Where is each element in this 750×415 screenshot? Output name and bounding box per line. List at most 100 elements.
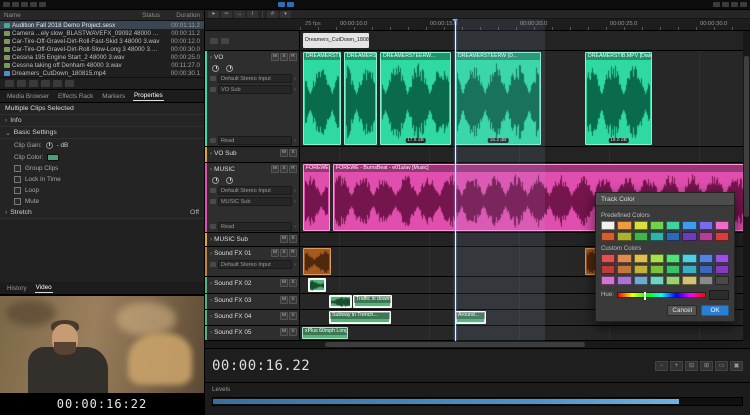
insert-icon[interactable]	[53, 80, 62, 87]
color-swatch[interactable]	[715, 221, 729, 230]
snapping-toggle-icon[interactable]: #	[267, 11, 278, 18]
search-icon[interactable]	[722, 2, 729, 7]
track-header-sound-fx-02[interactable]: ›Sound FX 02MS	[205, 277, 300, 293]
color-swatch[interactable]	[666, 232, 680, 241]
color-swatch[interactable]	[634, 221, 648, 230]
track-collapse-icon[interactable]: ›	[210, 166, 212, 173]
track-header-music[interactable]: ›MUSICMSRDefault Stereo Input›MUSIC Sub›…	[205, 163, 300, 232]
track-mute-button[interactable]: M	[280, 149, 288, 157]
audio-clip[interactable]: DREAMERSTEERW	[303, 52, 341, 145]
color-swatch[interactable]	[666, 265, 680, 274]
track-arm-button[interactable]: R	[289, 249, 297, 257]
zoom-to-selection-icon[interactable]: ▭	[715, 361, 728, 371]
track-mute-button[interactable]: M	[271, 249, 279, 257]
new-file-icon[interactable]	[17, 80, 26, 87]
column-duration[interactable]: Duration	[160, 12, 200, 19]
track-solo-button[interactable]: S	[289, 328, 297, 336]
track-mute-button[interactable]: M	[280, 312, 288, 320]
color-swatch[interactable]	[699, 265, 713, 274]
color-swatch[interactable]	[682, 232, 696, 241]
track-solo-button[interactable]: S	[289, 149, 297, 157]
batch-process-icon[interactable]	[30, 2, 37, 7]
audio-clip[interactable]: Subway in Trench...	[329, 311, 391, 324]
color-swatch[interactable]	[682, 276, 696, 285]
color-swatch[interactable]	[601, 221, 615, 230]
clip-color-swatch[interactable]	[47, 154, 59, 161]
track-mute-button[interactable]: M	[271, 165, 279, 173]
eye-icon[interactable]	[221, 38, 229, 44]
file-row[interactable]: Cessna 195 Engine Start_2 48000 3.wav00:…	[0, 53, 204, 61]
track-collapse-icon[interactable]: ›	[210, 313, 212, 320]
cancel-button[interactable]: Cancel	[667, 305, 697, 316]
tab-video[interactable]: Video	[35, 283, 53, 293]
file-row[interactable]: Cessna taking off Denham 48000 3.wav00:1…	[0, 61, 204, 69]
track-mute-button[interactable]: M	[280, 235, 288, 243]
video-track-header[interactable]	[205, 31, 300, 50]
audio-clip[interactable]: FOREWE...	[303, 164, 330, 231]
track-arm-button[interactable]: R	[289, 53, 297, 61]
hue-value-input[interactable]	[709, 290, 729, 300]
color-swatch[interactable]	[666, 221, 680, 230]
import-file-icon[interactable]	[5, 80, 14, 87]
color-swatch[interactable]	[650, 232, 664, 241]
pan-knob[interactable]	[226, 177, 233, 184]
color-swatch[interactable]	[617, 265, 631, 274]
trash-icon[interactable]	[65, 80, 74, 87]
marker-menu-icon[interactable]: ▾	[280, 11, 291, 18]
track-input-select[interactable]: Default Stereo Input›	[210, 185, 299, 196]
color-swatch[interactable]	[634, 232, 648, 241]
audio-clip[interactable]: xPlus 60mph Longone.wav	[302, 327, 348, 339]
track-header-sound-fx-04[interactable]: ›Sound FX 04MS	[205, 310, 300, 325]
automation-mode-select[interactable]: Read›	[210, 221, 299, 232]
cc-libraries-icon[interactable]	[740, 2, 747, 7]
open-file-icon[interactable]	[29, 80, 38, 87]
video-clip[interactable]: Dreamers_CutDown_180815.mp4	[303, 33, 369, 48]
vertical-scrollbar[interactable]	[743, 31, 750, 341]
tab-history[interactable]: History	[6, 284, 28, 293]
horizontal-scrollbar[interactable]	[205, 341, 750, 349]
workspace-icon[interactable]	[713, 2, 720, 7]
color-swatch[interactable]	[601, 265, 615, 274]
track-header-music-sub[interactable]: ›MUSIC SubMS	[205, 233, 300, 246]
clip-gain-value[interactable]: - dB	[57, 142, 69, 149]
color-swatch[interactable]	[682, 221, 696, 230]
track-header-vo[interactable]: ›VOMSRDefault Stereo Input›VO Sub›Read›	[205, 51, 300, 146]
time-selection[interactable]	[455, 19, 545, 341]
color-swatch[interactable]	[601, 254, 615, 263]
color-swatch[interactable]	[715, 276, 729, 285]
track-header-sound-fx-05[interactable]: ›Sound FX 05MS	[205, 326, 300, 340]
column-status[interactable]: Status	[130, 12, 160, 19]
track-arm-button[interactable]: R	[289, 165, 297, 173]
zoom-out-horizontal-icon[interactable]: −	[655, 361, 668, 371]
volume-knob[interactable]	[212, 177, 219, 184]
dialog-title[interactable]: Track Color	[596, 193, 734, 206]
track-solo-button[interactable]: S	[280, 165, 288, 173]
track-header-sound-fx-03[interactable]: ›Sound FX 03MS	[205, 294, 300, 309]
track-output-select[interactable]: MUSIC Sub›	[210, 196, 299, 207]
move-tool-icon[interactable]: ➤	[208, 11, 219, 18]
waveform-editor-icon[interactable]	[12, 2, 19, 7]
file-row[interactable]: Audition Fall 2018 Demo Project.sesx00:0…	[0, 21, 204, 29]
pan-knob[interactable]	[226, 65, 233, 72]
track-header-vo-sub[interactable]: ›VO SubMS	[205, 147, 300, 162]
audition-logo[interactable]	[3, 2, 10, 7]
color-swatch[interactable]	[601, 232, 615, 241]
multitrack-editor-icon[interactable]	[21, 2, 28, 7]
track-mute-button[interactable]: M	[280, 296, 288, 304]
color-swatch[interactable]	[650, 276, 664, 285]
volume-knob[interactable]	[212, 65, 219, 72]
hue-slider[interactable]	[617, 292, 706, 298]
zoom-in-horizontal-icon[interactable]: +	[670, 361, 683, 371]
zoom-out-vertical-icon[interactable]: ⊟	[685, 361, 698, 371]
ok-button[interactable]: OK	[701, 305, 729, 316]
checkbox[interactable]	[14, 187, 21, 194]
clip-gain-knob[interactable]	[46, 142, 53, 149]
file-row[interactable]: Camera ...ely slow_BLASTWAVEFX_09092 480…	[0, 29, 204, 37]
checkbox[interactable]	[14, 176, 21, 183]
audio-clip[interactable]: DREAMERSTEERW	[344, 52, 377, 145]
track-solo-button[interactable]: S	[289, 279, 297, 287]
color-swatch[interactable]	[715, 254, 729, 263]
color-swatch[interactable]	[715, 232, 729, 241]
razor-tool-icon[interactable]: ✂	[221, 11, 232, 18]
loop-icon[interactable]	[41, 80, 50, 87]
